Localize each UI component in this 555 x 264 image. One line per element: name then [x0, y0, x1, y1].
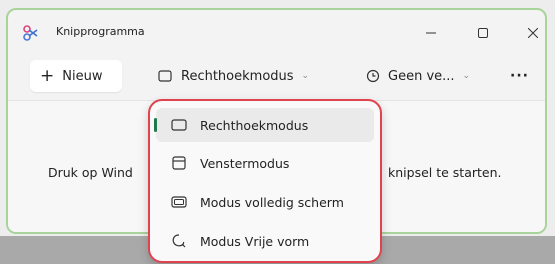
selection-indicator: [154, 118, 157, 132]
menu-item-window-mode[interactable]: Venstermodus: [156, 146, 374, 180]
instruction-text-right: knipsel te starten.: [388, 165, 502, 180]
menu-item-rectangle-mode[interactable]: Rechthoekmodus: [154, 108, 374, 142]
window-icon: [170, 154, 188, 172]
delay-dropdown[interactable]: Geen ve... ⌄: [366, 60, 470, 92]
menu-item-label: Modus volledig scherm: [200, 194, 344, 210]
snip-mode-dropdown[interactable]: Rechthoekmodus ⌄: [158, 60, 309, 92]
clock-icon: [366, 69, 380, 83]
delay-label: Geen ve...: [388, 68, 455, 84]
maximize-icon: [478, 23, 488, 42]
menu-item-freeform-mode[interactable]: Modus Vrije vorm: [156, 224, 374, 258]
app-icon: [22, 24, 40, 42]
freeform-icon: [170, 232, 188, 250]
plus-icon: +: [40, 66, 55, 86]
close-button[interactable]: [513, 18, 545, 46]
close-icon: [527, 23, 539, 42]
chevron-down-icon: ⌄: [301, 71, 310, 81]
instruction-text-left: Druk op Wind: [48, 165, 133, 180]
more-options-button[interactable]: ···: [510, 60, 529, 92]
snip-mode-label: Rechthoekmodus: [181, 68, 294, 84]
menu-item-fullscreen-mode[interactable]: Modus volledig scherm: [156, 185, 374, 219]
menu-item-label: Rechthoekmodus: [200, 117, 309, 133]
title-bar: Knipprogramma: [8, 10, 545, 54]
window-title: Knipprogramma: [56, 25, 145, 38]
minimize-icon: [426, 23, 436, 42]
more-icon: ···: [510, 68, 529, 84]
menu-item-label: Modus Vrije vorm: [200, 233, 310, 249]
chevron-down-icon: ⌄: [462, 71, 471, 81]
menu-item-label: Venstermodus: [200, 155, 290, 171]
toolbar: + Nieuw Rechthoekmodus ⌄ Geen ve... ⌄ ··…: [8, 54, 545, 100]
snip-mode-menu: Rechthoekmodus Venstermodus Modus volled…: [148, 99, 382, 263]
new-button[interactable]: + Nieuw: [30, 60, 122, 92]
rectangle-icon: [170, 116, 188, 134]
fullscreen-icon: [170, 193, 188, 211]
minimize-button[interactable]: [411, 18, 451, 46]
new-button-label: Nieuw: [62, 68, 103, 84]
rectangle-icon: [158, 69, 172, 83]
maximize-button[interactable]: [463, 18, 503, 46]
